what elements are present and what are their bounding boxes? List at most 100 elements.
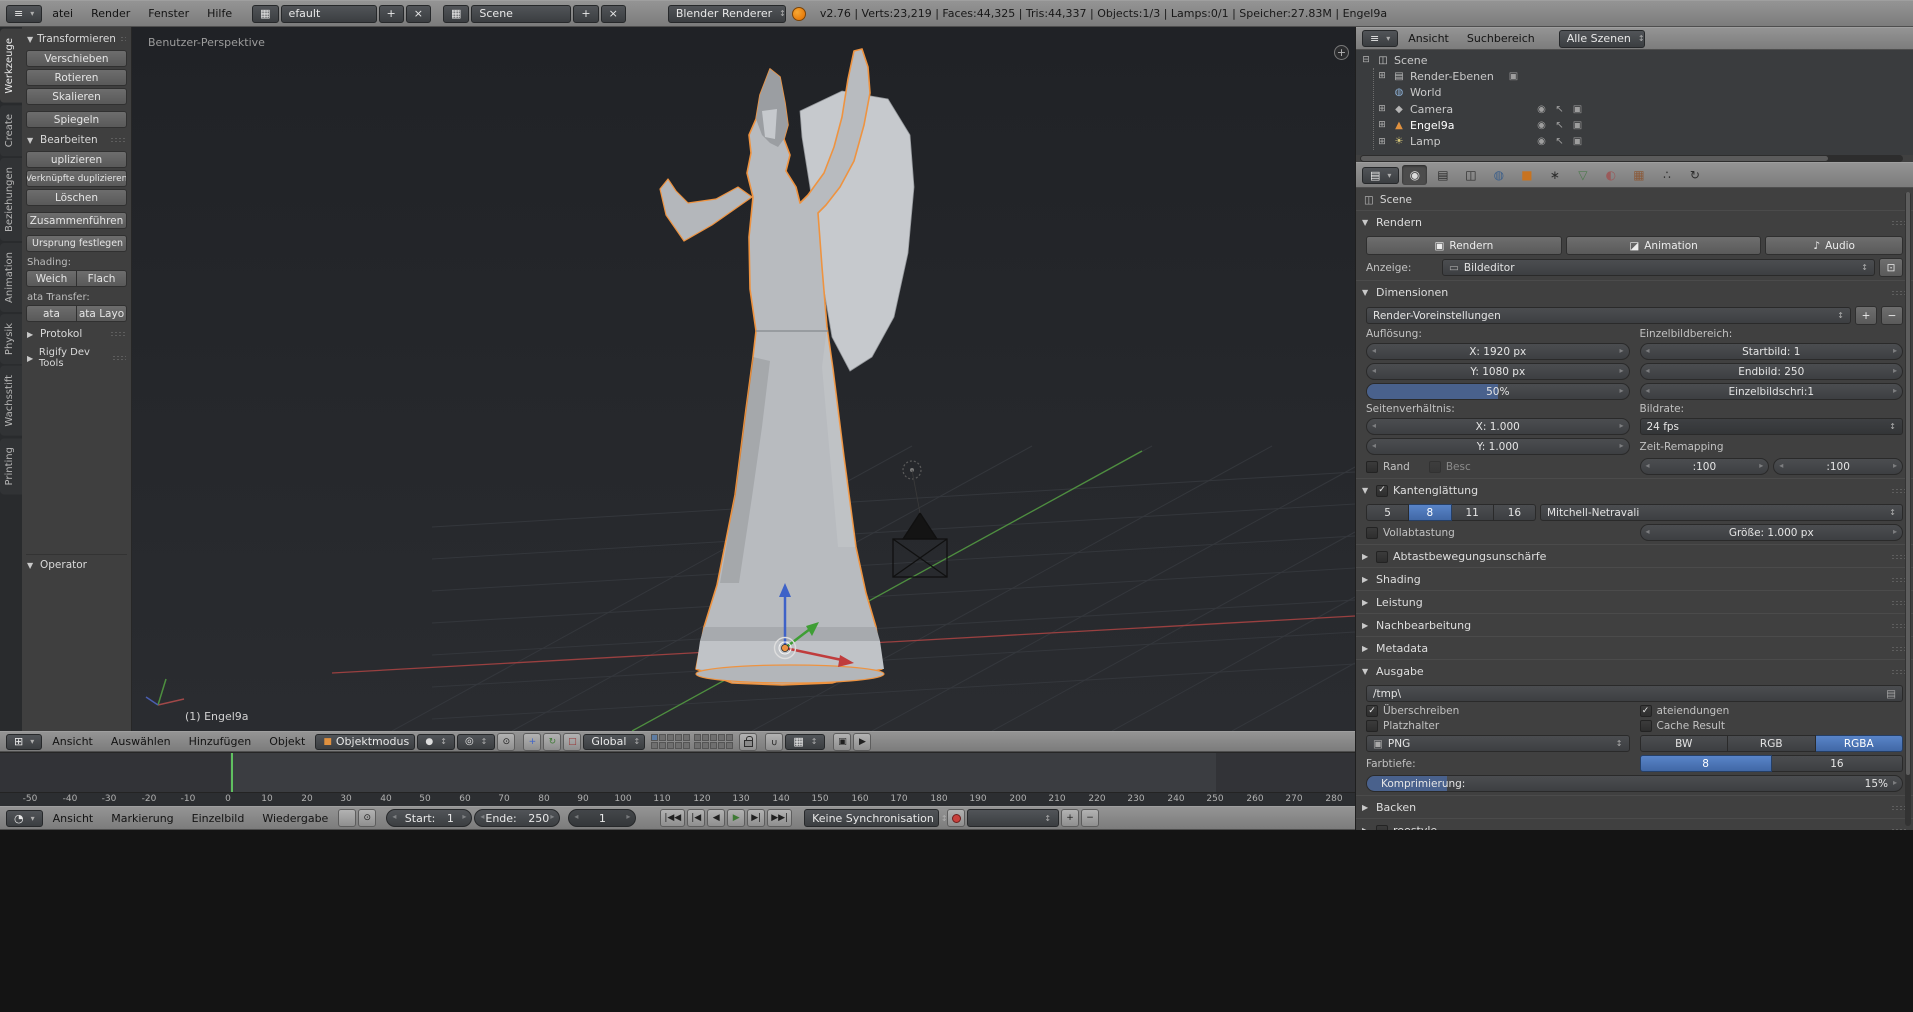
selectability-icon[interactable]: ↖ bbox=[1552, 120, 1567, 131]
resolution-y-field[interactable]: Y: 1080 px bbox=[1366, 363, 1630, 380]
mirror-button[interactable]: Spiegeln bbox=[26, 111, 127, 128]
tab-physik[interactable]: Physik bbox=[0, 314, 22, 364]
scene-name-field[interactable]: Scene bbox=[471, 5, 571, 23]
depth-8-button[interactable]: 8 bbox=[1640, 755, 1772, 772]
tab-material[interactable]: ◐ bbox=[1598, 165, 1623, 185]
outliner-item-label[interactable]: Render-Ebenen bbox=[1410, 70, 1494, 83]
panel-header-nachbearbeitung[interactable]: ▶ Nachbearbeitung bbox=[1356, 613, 1913, 636]
samples-5-button[interactable]: 5 bbox=[1366, 504, 1409, 521]
play-button[interactable]: ▶ bbox=[727, 809, 745, 827]
expand-icon[interactable]: ⊞ bbox=[1376, 120, 1388, 130]
jump-end-button[interactable]: ▶▶| bbox=[767, 809, 792, 827]
outliner-tree[interactable]: ⊟ ◫ Scene ⊞ ▤ Render-Ebenen ▣ ◍ World ⊞ bbox=[1356, 50, 1913, 155]
aspect-x-field[interactable]: X: 1.000 bbox=[1366, 418, 1630, 435]
file-extensions-checkbox[interactable] bbox=[1640, 705, 1652, 717]
editor-type-button[interactable]: ⊞▾ bbox=[6, 734, 42, 750]
viewport-shading-dropdown[interactable]: ● ↕ bbox=[417, 734, 455, 750]
editor-type-button[interactable]: ≡▾ bbox=[6, 5, 42, 23]
screen-delete-button[interactable]: × bbox=[406, 5, 431, 23]
mode-dropdown[interactable]: ■ Objektmodus ↕ bbox=[315, 734, 415, 750]
frame-start-field[interactable]: Start: 1 bbox=[386, 809, 472, 827]
insert-keyframe-button[interactable]: + bbox=[1061, 809, 1079, 827]
scene-browse-button[interactable]: ▦ bbox=[443, 5, 469, 23]
full-sample-checkbox[interactable] bbox=[1366, 527, 1378, 539]
frame-end-field[interactable]: Endbild: 250 bbox=[1640, 363, 1904, 380]
region-expand-icon[interactable]: + bbox=[1334, 45, 1349, 60]
menu-search[interactable]: Suchbereich bbox=[1459, 32, 1543, 45]
tab-texture[interactable]: ▦ bbox=[1626, 165, 1651, 185]
fps-dropdown[interactable]: 24 fps ↕ bbox=[1640, 418, 1904, 435]
screen-layout-field[interactable]: efault bbox=[281, 5, 377, 23]
pivot-align-toggle[interactable]: ⊙ bbox=[497, 733, 515, 751]
color-rgb-button[interactable]: RGB bbox=[1728, 735, 1816, 752]
manipulator-rotate-toggle[interactable]: ↻ bbox=[543, 733, 561, 751]
opengl-render-image-button[interactable]: ▣ bbox=[833, 733, 851, 751]
layers-widget[interactable] bbox=[651, 734, 733, 749]
menu-view[interactable]: Ansicht bbox=[1400, 32, 1457, 45]
panel-header-dimensionen[interactable]: ▼ Dimensionen bbox=[1356, 280, 1913, 303]
aa-size-field[interactable]: Größe: 1.000 px bbox=[1640, 524, 1904, 541]
shade-smooth-button[interactable]: Weich bbox=[26, 270, 77, 287]
renderability-icon[interactable]: ▣ bbox=[1570, 104, 1585, 115]
tab-physics[interactable]: ↻ bbox=[1682, 165, 1707, 185]
opengl-render-animation-button[interactable]: ▶ bbox=[853, 733, 871, 751]
orientation-dropdown[interactable]: Global ↕ bbox=[583, 734, 645, 750]
selectability-icon[interactable]: ↖ bbox=[1552, 104, 1567, 115]
renderability-icon[interactable]: ▣ bbox=[1570, 120, 1585, 131]
outliner-item-label[interactable]: Engel9a bbox=[1410, 119, 1454, 132]
preview-range-toggle[interactable] bbox=[338, 809, 356, 827]
tab-world[interactable]: ◍ bbox=[1486, 165, 1511, 185]
menu-file[interactable]: atei bbox=[44, 7, 81, 20]
frame-start-field[interactable]: Startbild: 1 bbox=[1640, 343, 1904, 360]
resolution-percent-slider[interactable]: 50% bbox=[1366, 383, 1630, 400]
samples-11-button[interactable]: 11 bbox=[1452, 504, 1494, 521]
tab-object[interactable]: ■ bbox=[1514, 165, 1539, 185]
frame-end-field[interactable]: Ende: 250 bbox=[474, 809, 560, 827]
menu-view[interactable]: Ansicht bbox=[44, 735, 101, 748]
editor-type-button[interactable]: ▤▾ bbox=[1362, 167, 1399, 184]
cache-result-checkbox[interactable] bbox=[1640, 720, 1652, 732]
render-animation-button[interactable]: ◪Animation bbox=[1566, 236, 1762, 255]
outliner-row-lamp[interactable]: ⊞ ☀ Lamp ◉ ↖ ▣ bbox=[1376, 133, 1909, 149]
menu-view[interactable]: Ansicht bbox=[45, 812, 102, 825]
scale-button[interactable]: Skalieren bbox=[26, 88, 127, 105]
aspect-y-field[interactable]: Y: 1.000 bbox=[1366, 438, 1630, 455]
panel-header-protokol[interactable]: ▶ Protokol bbox=[26, 324, 127, 343]
folder-icon[interactable]: ▤ bbox=[1886, 688, 1896, 700]
tab-render[interactable]: ◉ bbox=[1402, 165, 1427, 185]
menu-help[interactable]: Hilfe bbox=[199, 7, 240, 20]
outliner-item-label[interactable]: Camera bbox=[1410, 103, 1453, 116]
compression-slider[interactable]: Komprimierung: 15% bbox=[1366, 775, 1903, 792]
panel-header-rendern[interactable]: ▼ Rendern bbox=[1356, 210, 1913, 233]
tab-modifiers[interactable]: ∗ bbox=[1542, 165, 1567, 185]
outliner-row-engel9a[interactable]: ⊞ ▲ Engel9a ◉ ↖ ▣ bbox=[1376, 117, 1909, 133]
renderability-icon[interactable]: ▣ bbox=[1570, 136, 1585, 147]
expand-icon[interactable]: ⊞ bbox=[1376, 71, 1388, 81]
scene-add-button[interactable]: + bbox=[573, 5, 598, 23]
menu-select[interactable]: Auswählen bbox=[103, 735, 179, 748]
delete-button[interactable]: Löschen bbox=[26, 189, 127, 206]
shade-flat-button[interactable]: Flach bbox=[77, 270, 127, 287]
keying-set-dropdown[interactable]: ↕ bbox=[967, 809, 1059, 827]
antialiasing-checkbox[interactable] bbox=[1376, 485, 1388, 497]
panel-header-kantenglaettung[interactable]: ▼ Kantenglättung bbox=[1356, 478, 1913, 501]
lock-time-toggle[interactable]: ⊙ bbox=[358, 809, 376, 827]
duplicate-linked-button[interactable]: Verknüpfte duplizieren bbox=[26, 170, 127, 187]
properties-scrollbar[interactable] bbox=[1905, 192, 1911, 826]
lock-to-scene-toggle[interactable] bbox=[739, 733, 757, 751]
duplicate-button[interactable]: uplizieren bbox=[26, 151, 127, 168]
delete-keyframe-button[interactable]: − bbox=[1081, 809, 1099, 827]
expand-icon[interactable]: ⊞ bbox=[1376, 137, 1388, 147]
snap-element-dropdown[interactable]: ▦ ↕ bbox=[785, 734, 825, 750]
set-origin-dropdown[interactable]: Ursprung festlegen ↕ bbox=[26, 235, 127, 252]
outliner-row-camera[interactable]: ⊞ ◆ Camera ◉ ↖ ▣ bbox=[1376, 101, 1909, 117]
panel-grip[interactable] bbox=[112, 355, 126, 361]
depth-16-button[interactable]: 16 bbox=[1772, 755, 1903, 772]
editor-type-button[interactable]: ≡▾ bbox=[1362, 30, 1398, 47]
renderlayer-icon[interactable]: ▣ bbox=[1506, 71, 1521, 82]
resolution-x-field[interactable]: X: 1920 px bbox=[1366, 343, 1630, 360]
menu-marker[interactable]: Markierung bbox=[103, 812, 181, 825]
visibility-eye-icon[interactable]: ◉ bbox=[1534, 120, 1549, 131]
overwrite-checkbox[interactable] bbox=[1366, 705, 1378, 717]
outliner-display-dropdown[interactable]: Alle Szenen ↕ bbox=[1559, 30, 1645, 48]
